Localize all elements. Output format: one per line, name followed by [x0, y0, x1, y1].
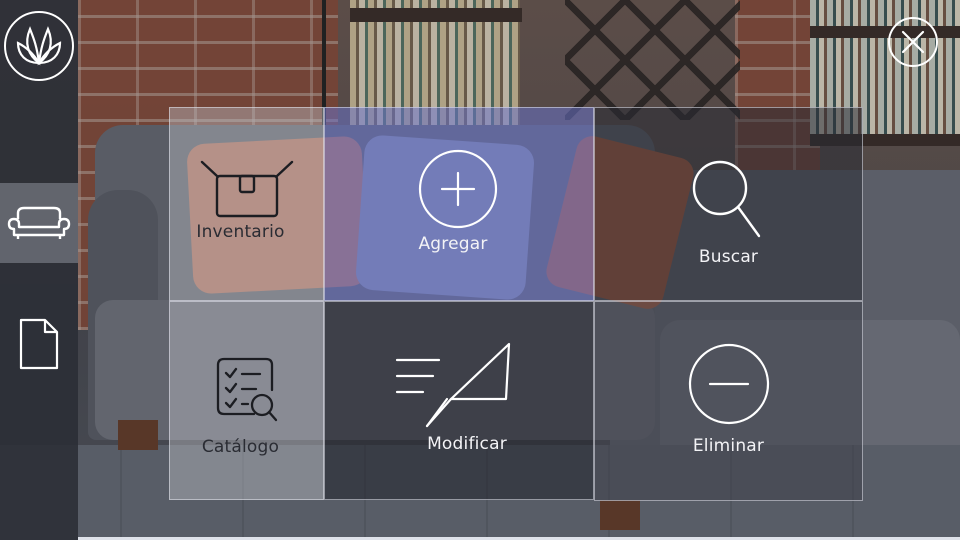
buscar-tile[interactable]: Buscar — [594, 107, 863, 301]
box-icon — [200, 160, 294, 218]
sidebar-item-furniture[interactable] — [0, 183, 78, 263]
eliminar-label: Eliminar — [692, 436, 765, 456]
inventario-label: Inventario — [196, 222, 285, 242]
close-button[interactable] — [888, 17, 938, 67]
catalogo-tile[interactable]: Catálogo — [169, 301, 324, 500]
lotus-logo-icon — [4, 11, 74, 81]
eliminar-tile[interactable]: Eliminar — [594, 301, 863, 501]
search-icon — [692, 160, 761, 238]
pencil-speed-icon — [395, 342, 511, 428]
modificar-label: Modificar — [427, 434, 507, 454]
plus-circle-icon — [418, 149, 498, 229]
inventario-tile[interactable]: Inventario — [169, 107, 324, 301]
minus-circle-icon — [688, 343, 770, 425]
agregar-label: Agregar — [418, 234, 488, 254]
sidebar — [0, 0, 78, 540]
document-icon — [19, 318, 59, 370]
close-icon — [901, 30, 925, 54]
agregar-tile[interactable]: Agregar — [324, 107, 594, 301]
sofa-icon — [7, 206, 71, 239]
catalogo-label: Catálogo — [201, 437, 280, 457]
checklist-search-icon — [216, 357, 278, 422]
modificar-tile[interactable]: Modificar — [324, 301, 594, 500]
buscar-label: Buscar — [698, 247, 759, 267]
sidebar-item-documents[interactable] — [0, 304, 78, 384]
